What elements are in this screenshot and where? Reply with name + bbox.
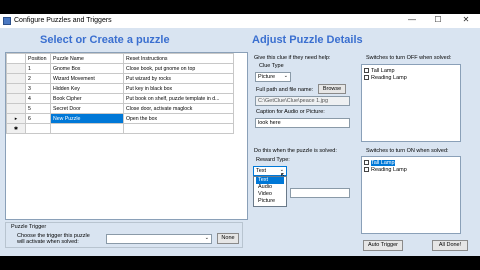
clue-type-label: Clue Type bbox=[259, 63, 284, 69]
row-header[interactable] bbox=[6, 103, 26, 114]
cell-puzzle-name[interactable]: New Puzzle bbox=[50, 113, 124, 124]
row-header[interactable] bbox=[6, 63, 26, 74]
grid-corner bbox=[6, 53, 26, 64]
new-row-cell[interactable] bbox=[50, 123, 124, 134]
new-row-cell[interactable] bbox=[123, 123, 234, 134]
none-button[interactable]: None bbox=[217, 233, 239, 244]
reward-option[interactable]: Audio bbox=[256, 184, 284, 191]
caption-field[interactable]: look here bbox=[255, 118, 350, 128]
maximize-icon[interactable]: ☐ bbox=[428, 15, 448, 24]
checkbox-item[interactable]: Tall Lamp bbox=[364, 67, 458, 74]
left-heading: Select or Create a puzzle bbox=[40, 34, 170, 46]
reward-option[interactable]: Picture bbox=[256, 198, 284, 205]
row-header[interactable] bbox=[6, 83, 26, 94]
reward-content-field[interactable] bbox=[290, 188, 350, 198]
table-row[interactable]: 3 Hidden Key Put key in black box bbox=[6, 83, 234, 94]
checkbox-label: Reading Lamp bbox=[371, 166, 407, 173]
window-title: Configure Puzzles and Triggers bbox=[14, 17, 112, 24]
col-header-name[interactable]: Puzzle Name bbox=[50, 53, 124, 64]
give-clue-label: Give this clue if they need help: bbox=[254, 55, 331, 61]
path-label: Full path and file name: bbox=[256, 87, 314, 93]
cell-puzzle-name[interactable]: Gnome Box bbox=[50, 63, 124, 74]
cell-position[interactable]: 6 bbox=[25, 113, 51, 124]
row-header[interactable]: ▸ bbox=[6, 113, 26, 124]
switch-off-label: Switches to turn OFF when solved: bbox=[366, 55, 452, 61]
table-row[interactable]: 5 Secret Door Close door, activate maglock bbox=[6, 103, 234, 114]
app-icon bbox=[3, 17, 11, 25]
cell-position[interactable]: 4 bbox=[25, 93, 51, 104]
checkbox-label: Reading Lamp bbox=[371, 74, 407, 81]
puzzle-trigger-desc: Choose the trigger this puzzle will acti… bbox=[17, 233, 90, 245]
cell-reset-instructions[interactable]: Close door, activate maglock bbox=[123, 103, 234, 114]
chevron-down-icon: ⌄ bbox=[204, 235, 209, 241]
switch-off-list[interactable]: Tall Lamp Reading Lamp bbox=[361, 64, 461, 142]
cell-puzzle-name[interactable]: Book Cipher bbox=[50, 93, 124, 104]
path-field[interactable]: C:\GetClue\Clue\peace 1.jpg bbox=[255, 96, 350, 106]
reward-type-value: Text bbox=[256, 168, 267, 174]
new-row-marker[interactable]: ✱ bbox=[6, 123, 26, 134]
trigger-select[interactable]: ⌄ bbox=[106, 234, 212, 244]
title-bar: Configure Puzzles and Triggers — ☐ ✕ bbox=[0, 14, 480, 28]
clue-type-select[interactable]: Picture ⌄ bbox=[255, 72, 291, 82]
clue-type-value: Picture bbox=[258, 74, 276, 80]
row-header[interactable] bbox=[6, 93, 26, 104]
reward-type-dropdown[interactable]: Text Audio Video Picture bbox=[253, 176, 287, 207]
all-done-button[interactable]: All Done! bbox=[432, 240, 468, 251]
checkbox-item[interactable]: Reading Lamp bbox=[364, 74, 458, 81]
cell-position[interactable]: 5 bbox=[25, 103, 51, 114]
cell-reset-instructions[interactable]: Put key in black box bbox=[123, 83, 234, 94]
table-row[interactable]: 4 Book Cipher Put book on shelf, puzzle te… bbox=[6, 93, 234, 104]
checkbox-icon[interactable] bbox=[364, 160, 369, 165]
auto-trigger-button[interactable]: Auto Trigger bbox=[363, 240, 403, 251]
caption-label: Caption for Audio or Picture: bbox=[256, 109, 325, 115]
table-row[interactable]: 1 Gnome Box Close book, put gnome on top bbox=[6, 63, 234, 74]
right-heading: Adjust Puzzle Details bbox=[252, 34, 363, 46]
new-row[interactable]: ✱ bbox=[6, 123, 234, 134]
cell-position[interactable]: 2 bbox=[25, 73, 51, 84]
reward-option[interactable]: Video bbox=[256, 191, 284, 198]
table-row[interactable]: ▸ 6 New Puzzle Open the box bbox=[6, 113, 234, 124]
table-row[interactable]: 2 Wizard Movement Put wizard by rocks bbox=[6, 73, 234, 84]
switch-on-label: Switches to turn ON when solved: bbox=[366, 148, 449, 154]
cell-puzzle-name[interactable]: Secret Door bbox=[50, 103, 124, 114]
checkbox-label: Tall Lamp bbox=[371, 67, 395, 74]
minimize-icon[interactable]: — bbox=[402, 15, 422, 24]
cell-reset-instructions[interactable]: Put book on shelf, puzzle template in d.… bbox=[123, 93, 234, 104]
col-header-reset[interactable]: Reset Instructions bbox=[123, 53, 234, 64]
col-header-position[interactable]: Position bbox=[25, 53, 51, 64]
when-solved-label: Do this when the puzzle is solved: bbox=[254, 148, 337, 154]
cell-puzzle-name[interactable]: Wizard Movement bbox=[50, 73, 124, 84]
browse-button[interactable]: Browse bbox=[318, 84, 346, 94]
cell-position[interactable]: 3 bbox=[25, 83, 51, 94]
cell-reset-instructions[interactable]: Close book, put gnome on top bbox=[123, 63, 234, 74]
checkbox-item[interactable]: Reading Lamp bbox=[364, 166, 458, 173]
reward-type-label: Reward Type: bbox=[256, 157, 290, 163]
cell-reset-instructions[interactable]: Open the box bbox=[123, 113, 234, 124]
cell-puzzle-name[interactable]: Hidden Key bbox=[50, 83, 124, 94]
cell-reset-instructions[interactable]: Put wizard by rocks bbox=[123, 73, 234, 84]
checkbox-icon[interactable] bbox=[364, 68, 369, 73]
cell-position[interactable]: 1 bbox=[25, 63, 51, 74]
checkbox-icon[interactable] bbox=[364, 167, 369, 172]
row-header[interactable] bbox=[6, 73, 26, 84]
puzzle-grid[interactable]: Position Puzzle Name Reset Instructions … bbox=[5, 52, 248, 220]
reward-option[interactable]: Text bbox=[256, 177, 284, 184]
new-row-cell[interactable] bbox=[25, 123, 51, 134]
switch-on-list[interactable]: Tall Lamp Reading Lamp bbox=[361, 156, 461, 234]
puzzle-trigger-label: Puzzle Trigger bbox=[11, 224, 47, 230]
checkbox-icon[interactable] bbox=[364, 75, 369, 80]
checkbox-item[interactable]: Tall Lamp bbox=[364, 159, 458, 166]
chevron-down-icon: ⌄ bbox=[283, 73, 288, 79]
checkbox-label: Tall Lamp bbox=[371, 159, 395, 166]
close-icon[interactable]: ✕ bbox=[456, 15, 476, 24]
